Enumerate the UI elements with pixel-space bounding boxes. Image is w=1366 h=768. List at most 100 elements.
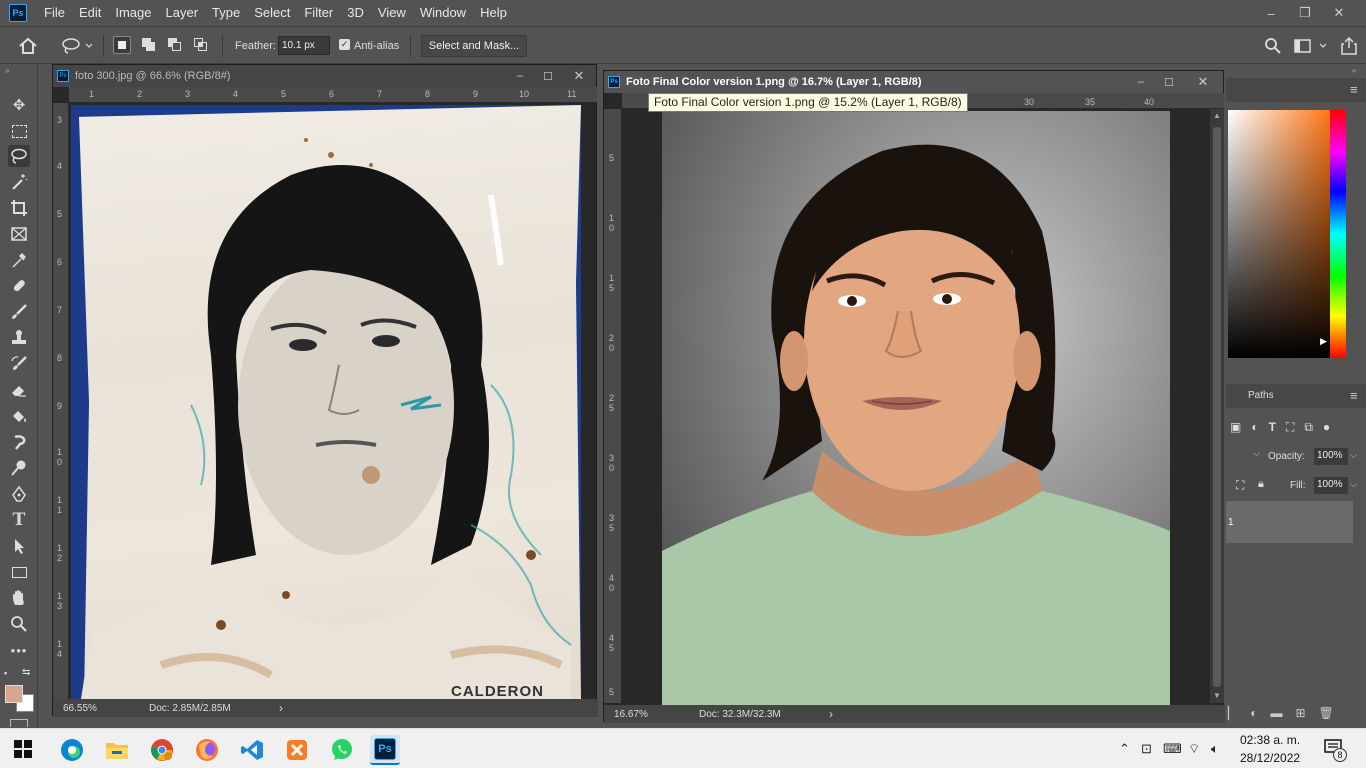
shape-filter-icon[interactable]: ⛶ [1286, 420, 1294, 440]
xampp-icon[interactable] [282, 735, 312, 765]
path-selection-tool-icon[interactable] [8, 535, 30, 557]
move-tool-icon[interactable]: ✥ [8, 94, 30, 116]
subtract-selection-icon[interactable] [166, 36, 184, 54]
clock-time[interactable]: 02:38 a. m. [1240, 733, 1300, 747]
minimize-app-button[interactable]: – [1254, 6, 1288, 21]
smart-object-filter-icon[interactable]: ⧉ [1304, 420, 1313, 440]
hue-slider[interactable] [1330, 110, 1346, 358]
new-selection-icon[interactable] [113, 36, 131, 54]
show-hidden-icons-chevron-icon[interactable]: ⌃ [1119, 741, 1130, 757]
restore-app-button[interactable]: ❐ [1288, 5, 1322, 21]
close-app-button[interactable]: ✕ [1322, 5, 1356, 21]
doc-minimize-button[interactable]: – [1127, 76, 1155, 88]
meet-now-icon[interactable]: ⊡ [1141, 741, 1152, 757]
foreground-color-swatch[interactable] [5, 685, 23, 703]
feather-input[interactable]: 10.1 px [278, 36, 330, 55]
brush-tool-icon[interactable] [8, 301, 30, 323]
menu-file[interactable]: File [37, 0, 72, 26]
history-brush-tool-icon[interactable] [8, 353, 30, 375]
menu-view[interactable]: View [371, 0, 413, 26]
collapse-panel-icon[interactable]: « [1352, 66, 1356, 75]
default-colors-icon[interactable]: ▪ [4, 668, 7, 678]
document-title-bar[interactable]: Ps Foto Final Color version 1.png @ 16.7… [604, 71, 1223, 93]
scroll-up-icon[interactable]: ▲ [1213, 111, 1221, 120]
frame-tool-icon[interactable] [8, 223, 30, 245]
menu-3d[interactable]: 3D [340, 0, 371, 26]
scroll-thumb[interactable] [1213, 127, 1221, 687]
hand-tool-icon[interactable] [8, 587, 30, 609]
volume-icon[interactable]: 🔈︎ [1211, 741, 1219, 757]
lock-artboard-icon[interactable]: ⛶ [1236, 478, 1244, 493]
eyedropper-tool-icon[interactable] [8, 249, 30, 271]
delete-layer-icon[interactable]: 🗑︎ [1319, 706, 1334, 728]
chevron-right-icon[interactable]: › [279, 701, 283, 715]
menu-filter[interactable]: Filter [297, 0, 340, 26]
clone-stamp-tool-icon[interactable] [8, 327, 30, 349]
paint-bucket-tool-icon[interactable] [8, 405, 30, 427]
menu-image[interactable]: Image [108, 0, 158, 26]
search-icon[interactable] [1264, 37, 1282, 55]
menu-window[interactable]: Window [413, 0, 473, 26]
menu-help[interactable]: Help [473, 0, 514, 26]
chevron-right-icon[interactable]: › [829, 707, 833, 721]
doc-close-button[interactable]: ✕ [562, 68, 596, 84]
workspace-icon[interactable] [1294, 37, 1328, 55]
opacity-input[interactable]: 100% [1314, 448, 1348, 465]
swap-colors-icon[interactable]: ⇆ [22, 667, 30, 678]
menu-select[interactable]: Select [247, 0, 297, 26]
zoom-tool-icon[interactable] [8, 613, 30, 635]
document-title-bar[interactable]: Ps foto 300.jpg @ 66.6% (RGB/8#) – ☐ ✕ [53, 65, 596, 87]
panel-menu-icon[interactable]: ≡ [1350, 82, 1358, 97]
antialias-checkbox[interactable]: ✓ [339, 39, 350, 50]
intersect-selection-icon[interactable] [192, 36, 210, 54]
canvas-old-photo[interactable]: CALDERON [71, 105, 581, 699]
new-layer-icon[interactable]: ⊞ [1295, 706, 1305, 728]
home-icon[interactable] [18, 37, 38, 55]
new-group-icon[interactable]: ▬ [1270, 706, 1282, 728]
smudge-tool-icon[interactable] [8, 431, 30, 453]
type-filter-icon[interactable]: T [1269, 420, 1276, 440]
select-and-mask-button[interactable]: Select and Mask... [421, 35, 527, 57]
color-picker-field[interactable] [1228, 110, 1340, 358]
adjustment-layer-icon[interactable]: ◐ [1250, 706, 1257, 728]
menu-edit[interactable]: Edit [72, 0, 108, 26]
pen-tool-icon[interactable] [8, 483, 30, 505]
blend-mode-dropdown[interactable]: ⌵ [1226, 448, 1260, 466]
doc-maximize-button[interactable]: ☐ [1155, 76, 1183, 89]
keyboard-ime-icon[interactable]: ⌨ [1163, 741, 1182, 757]
doc-maximize-button[interactable]: ☐ [534, 70, 562, 83]
add-selection-icon[interactable] [140, 36, 158, 54]
file-explorer-icon[interactable] [102, 735, 132, 765]
rectangle-tool-icon[interactable] [8, 561, 30, 583]
lasso-preset-icon[interactable] [60, 37, 94, 55]
eraser-tool-icon[interactable] [8, 379, 30, 401]
clock-date[interactable]: 28/12/2022 [1240, 751, 1300, 765]
tab-paths[interactable]: Paths [1248, 390, 1274, 401]
edge-icon[interactable] [57, 735, 87, 765]
wifi-icon[interactable]: ⌔ [1188, 741, 1200, 757]
lock-all-icon[interactable]: 🔒︎ [1258, 478, 1264, 491]
firefox-icon[interactable] [192, 735, 222, 765]
magic-wand-tool-icon[interactable] [8, 171, 30, 193]
type-tool-icon[interactable]: T [8, 509, 30, 531]
opacity-dropdown-icon[interactable]: ⌵ [1350, 450, 1357, 461]
quick-mask-icon[interactable] [10, 719, 28, 727]
chrome-icon[interactable] [147, 735, 177, 765]
crop-tool-icon[interactable] [8, 197, 30, 219]
scroll-down-icon[interactable]: ▼ [1213, 691, 1221, 700]
menu-type[interactable]: Type [205, 0, 247, 26]
layer-row[interactable]: 1 [1226, 501, 1353, 543]
hue-slider-handle-icon[interactable]: ▶ [1320, 336, 1327, 347]
whatsapp-icon[interactable] [327, 735, 357, 765]
more-tools-icon[interactable]: ••• [8, 639, 30, 661]
dodge-tool-icon[interactable] [8, 457, 30, 479]
zoom-level[interactable]: 66.55% [63, 703, 143, 714]
vertical-scrollbar[interactable]: ▲ ▼ [1210, 109, 1224, 703]
healing-brush-tool-icon[interactable] [8, 275, 30, 297]
menu-layer[interactable]: Layer [159, 0, 206, 26]
photoshop-taskbar-icon[interactable]: Ps [370, 735, 400, 765]
adjustment-filter-icon[interactable]: ◐ [1251, 420, 1258, 440]
filter-toggle-icon[interactable]: ● [1323, 420, 1330, 440]
lasso-tool-icon[interactable] [8, 145, 30, 167]
image-filter-icon[interactable]: ▣ [1230, 420, 1241, 440]
